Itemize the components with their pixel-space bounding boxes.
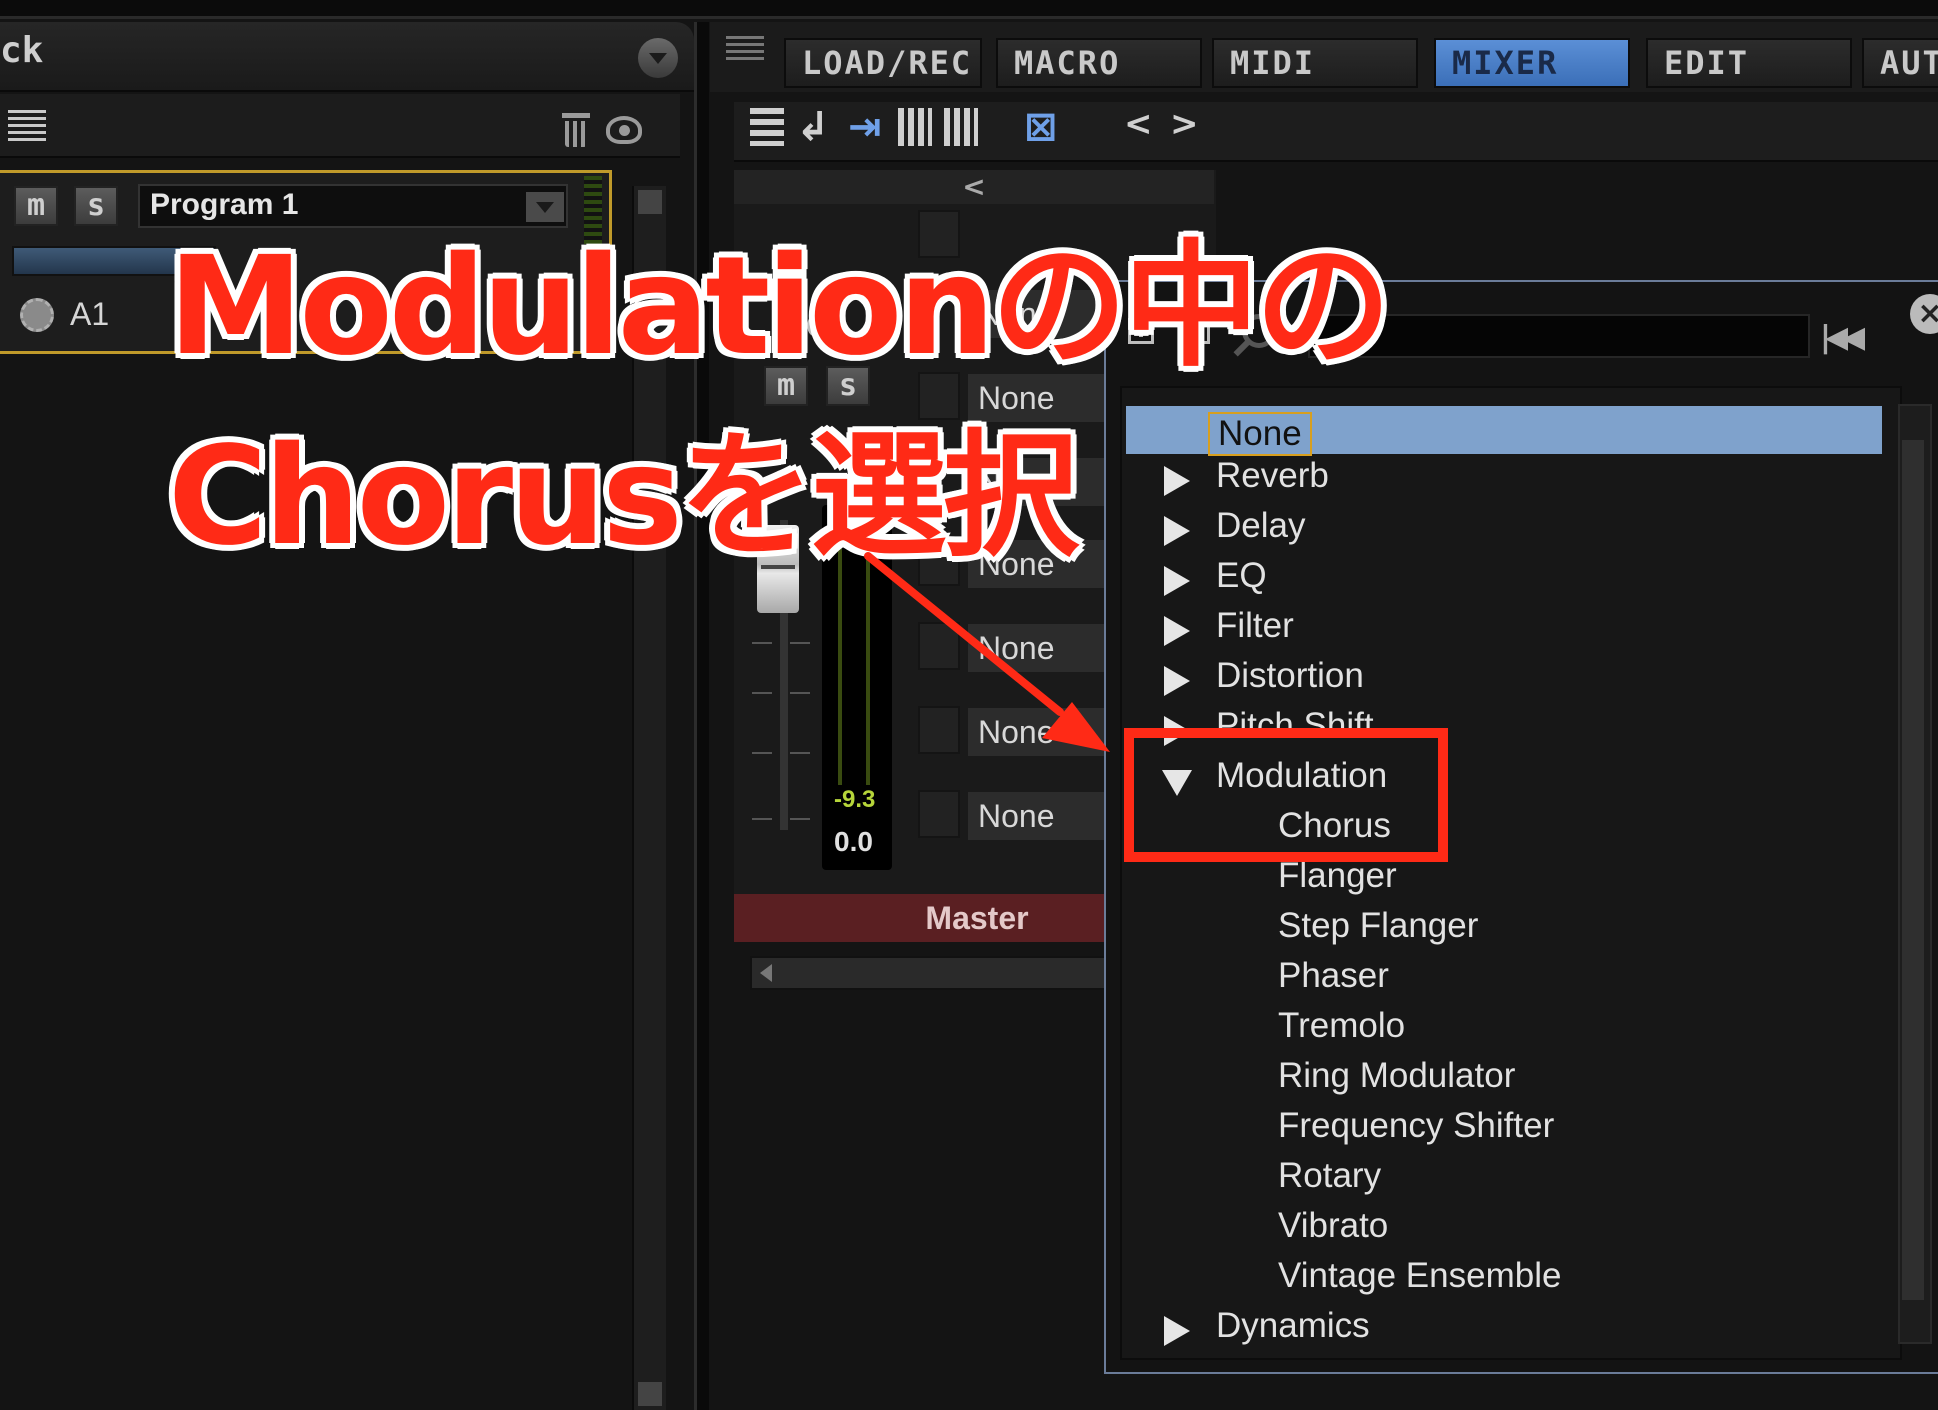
fader-tick [790, 752, 810, 754]
effect-phaser[interactable]: Phaser [1278, 956, 1389, 1006]
category-eq[interactable]: EQ [1216, 556, 1267, 606]
insert-slot-6[interactable]: None [966, 706, 1122, 758]
list-item-none[interactable]: None [1208, 412, 1312, 456]
effect-flanger[interactable]: Flanger [1278, 856, 1397, 906]
effect-rotary[interactable]: Rotary [1278, 1156, 1381, 1206]
fader-tick [752, 642, 772, 644]
solo-button[interactable]: s [74, 186, 118, 226]
category-distortion[interactable]: Distortion [1216, 656, 1364, 706]
fader-tick [752, 692, 772, 694]
fader-tick [752, 818, 772, 820]
skip-back-icon[interactable]: |◀◀ [1820, 320, 1865, 355]
rack-view-icon[interactable] [750, 108, 784, 146]
expand-arrow-icon[interactable] [1164, 466, 1190, 496]
link-icon[interactable]: ⊠ [1024, 104, 1058, 150]
eye-icon[interactable] [606, 116, 642, 144]
list-view-icon[interactable] [8, 110, 46, 142]
effect-step-flanger[interactable]: Step Flanger [1278, 906, 1478, 956]
category-dynamics[interactable]: Dynamics [1216, 1306, 1370, 1356]
effect-list: None Reverb Delay EQ Filter Distortion P… [1120, 386, 1902, 1360]
expand-arrow-icon[interactable] [1164, 516, 1190, 546]
category-delay[interactable]: Delay [1216, 506, 1305, 556]
collapse-icon[interactable] [638, 38, 678, 78]
tab-mixer[interactable]: MIXER [1434, 38, 1630, 88]
tab-edit[interactable]: EDIT [1646, 38, 1852, 88]
tab-automation[interactable]: AUT [1862, 38, 1938, 88]
export-icon[interactable]: ⇥ [848, 104, 882, 150]
menu-icon[interactable] [726, 36, 764, 64]
expand-arrow-icon[interactable] [1164, 566, 1190, 596]
effect-vibrato[interactable]: Vibrato [1278, 1206, 1388, 1256]
scroll-down-icon[interactable] [638, 1382, 662, 1406]
next-icon[interactable]: > [1170, 104, 1199, 144]
tab-midi[interactable]: MIDI [1212, 38, 1418, 88]
tab-load-rec[interactable]: LOAD/REC [784, 38, 982, 88]
mute-button[interactable]: m [14, 186, 58, 226]
annotation-highlight-box [1124, 728, 1448, 862]
fader-tick [752, 752, 772, 754]
prev-icon[interactable]: < [1124, 104, 1153, 144]
midi-channel-label: A1 [70, 296, 110, 332]
trash-icon[interactable] [562, 113, 590, 147]
insert-slot-5[interactable]: None [966, 622, 1122, 674]
bus-channels-icon[interactable] [898, 108, 932, 146]
expand-arrow-icon[interactable] [1164, 616, 1190, 646]
scrollbar-thumb[interactable] [1902, 440, 1924, 1300]
effect-vintage-ensemble[interactable]: Vintage Ensemble [1278, 1256, 1561, 1306]
category-filter[interactable]: Filter [1216, 606, 1294, 656]
effect-ring-modulator[interactable]: Ring Modulator [1278, 1056, 1515, 1106]
window-top-edge [0, 0, 1938, 19]
effect-frequency-shifter[interactable]: Frequency Shifter [1278, 1106, 1554, 1156]
fader-tick [790, 642, 810, 644]
insert-bypass-6[interactable] [918, 706, 960, 754]
expand-arrow-icon[interactable] [1164, 666, 1190, 696]
effect-tremolo[interactable]: Tremolo [1278, 1006, 1405, 1056]
aux-channels-icon[interactable] [944, 108, 978, 146]
left-panel-title-bar [0, 22, 694, 92]
category-reverb[interactable]: Reverb [1216, 456, 1329, 506]
midi-port-icon [20, 298, 54, 332]
fader-level[interactable]: 0.0 [834, 826, 873, 858]
annotation-line-1: Modulationの中の [168, 228, 1391, 386]
annotation-line-2: Chorusを選択 [168, 418, 1079, 576]
fader-tick [790, 818, 810, 820]
expand-arrow-icon[interactable] [1164, 1316, 1190, 1346]
left-panel-title: ck [0, 30, 44, 71]
insert-slot-7[interactable]: None [966, 790, 1122, 842]
insert-bypass-7[interactable] [918, 790, 960, 838]
insert-bypass-5[interactable] [918, 622, 960, 670]
tab-macro[interactable]: MACRO [996, 38, 1202, 88]
return-icon[interactable]: ↲ [796, 104, 830, 150]
fader-tick [790, 692, 810, 694]
peak-level: -9.3 [834, 786, 876, 813]
